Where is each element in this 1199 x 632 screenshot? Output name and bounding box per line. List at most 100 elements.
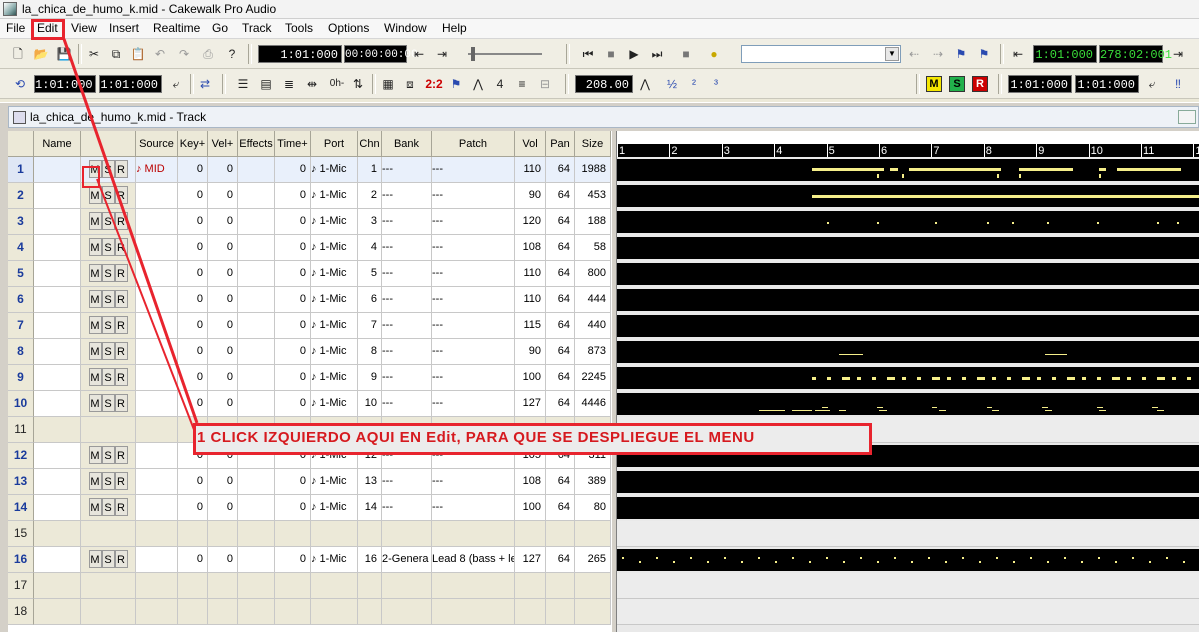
tempo-half-icon[interactable]: ½ [664, 76, 680, 92]
track-msr-buttons[interactable]: MSR [81, 469, 136, 495]
clip-lane[interactable] [617, 365, 1199, 391]
track-name-cell[interactable] [34, 443, 81, 469]
track-chn-cell[interactable]: 3 [358, 209, 382, 235]
header-time[interactable]: Time+ [275, 131, 311, 157]
loop-start-icon[interactable]: ⇤ [1010, 46, 1026, 62]
solo-button[interactable]: S [101, 238, 115, 256]
clip-lane[interactable] [617, 313, 1199, 339]
track-port-cell[interactable]: ♪ 1-Mic [311, 183, 358, 209]
track-key-cell[interactable]: 0 [178, 313, 208, 339]
paste-icon[interactable]: 📋 [130, 46, 146, 62]
track-chn-cell[interactable]: 10 [358, 391, 382, 417]
track-pan-cell[interactable]: 64 [546, 495, 575, 521]
solo-button[interactable]: S [101, 368, 115, 386]
track-msr-buttons[interactable]: MSR [81, 339, 136, 365]
track-size-cell[interactable]: 440 [575, 313, 611, 339]
track-bank-cell[interactable]: --- [382, 469, 432, 495]
record-arm-button[interactable]: R [114, 160, 128, 178]
track-effects-cell[interactable] [238, 495, 275, 521]
track-num-cell[interactable]: 5 [8, 261, 34, 287]
track-msr-buttons[interactable]: MSR [81, 235, 136, 261]
header-patch[interactable]: Patch [432, 131, 515, 157]
clip-lane[interactable] [617, 495, 1199, 521]
track-key-cell[interactable]: 0 [178, 365, 208, 391]
save-icon[interactable]: 💾 [56, 46, 72, 62]
track-patch-cell[interactable]: --- [432, 157, 515, 183]
empty-clip-lane[interactable] [617, 599, 1199, 625]
panic-icon[interactable]: ● [706, 46, 722, 62]
track-vol-cell[interactable]: 90 [515, 339, 546, 365]
track-num-cell[interactable]: 11 [8, 417, 34, 443]
track-vol-cell[interactable]: 100 [515, 365, 546, 391]
track-size-cell[interactable]: 58 [575, 235, 611, 261]
track-bank-cell[interactable]: --- [382, 365, 432, 391]
track-msr-buttons[interactable]: MSR [81, 313, 136, 339]
menu-insert[interactable]: Insert [109, 21, 139, 35]
track-vel-cell[interactable]: 0 [208, 469, 238, 495]
staff-view-icon[interactable]: ☰ [235, 76, 251, 92]
track-port-cell[interactable]: ♪ 1-Mic [311, 313, 358, 339]
track-source-cell[interactable] [136, 547, 178, 573]
track-msr-buttons[interactable]: MSR [81, 495, 136, 521]
track-name-cell[interactable] [34, 495, 81, 521]
record-arm-button[interactable]: R [114, 316, 128, 334]
track-vol-cell[interactable]: 108 [515, 235, 546, 261]
solo-button[interactable]: S [101, 264, 115, 282]
track-source-cell[interactable] [136, 365, 178, 391]
midi-clip[interactable] [617, 471, 1199, 493]
smpte-display[interactable]: 00:00:00:00 [344, 45, 418, 63]
track-patch-cell[interactable]: Lead 8 (bass + le [432, 547, 515, 573]
track-bank-cell[interactable]: 2-Genera [382, 547, 432, 573]
minimize-button[interactable] [1178, 110, 1196, 124]
track-bank-cell[interactable]: --- [382, 339, 432, 365]
midi-clip[interactable] [617, 211, 1199, 233]
track-size-cell[interactable]: 4446 [575, 391, 611, 417]
menu-realtime[interactable]: Realtime [153, 21, 200, 35]
clip-lane[interactable] [617, 287, 1199, 313]
menu-help[interactable]: Help [442, 21, 467, 35]
track-pan-cell[interactable]: 64 [546, 287, 575, 313]
ratio-label[interactable]: 2:2 [424, 76, 444, 92]
go-to-start-icon[interactable]: ⏮ [580, 46, 596, 62]
track-msr-buttons[interactable]: MSR [81, 209, 136, 235]
track-msr-buttons[interactable]: MSR [81, 365, 136, 391]
track-time-cell[interactable]: 0 [275, 183, 311, 209]
zero-label[interactable]: 0h- [327, 76, 347, 92]
track-key-cell[interactable]: 0 [178, 469, 208, 495]
track-vel-cell[interactable]: 0 [208, 365, 238, 391]
track-port-cell[interactable]: ♪ 1-Mic [311, 469, 358, 495]
time-ruler[interactable]: 1 2 3 4 5 6 7 8 9 10 11 1 [617, 131, 1199, 157]
track-effects-cell[interactable] [238, 235, 275, 261]
track-row[interactable]: 16 M S R 0 0 0 ♪ 1-Mic 16 2-Genera Lead 8 (bass + … [8, 547, 611, 573]
track-patch-cell[interactable]: --- [432, 183, 515, 209]
record-arm-button[interactable]: R [114, 290, 128, 308]
punch-set-icon[interactable]: ⤶ [1144, 76, 1160, 92]
header-size[interactable]: Size [575, 131, 611, 157]
go-to-end-icon[interactable]: ⏭ [649, 46, 665, 62]
track-effects-cell[interactable] [238, 469, 275, 495]
record-arm-button[interactable]: R [114, 498, 128, 516]
track-size-cell[interactable]: 453 [575, 183, 611, 209]
menu-file[interactable]: File [6, 21, 25, 35]
mute-button[interactable]: M [88, 498, 102, 516]
tempo-line-icon[interactable]: ⋀ [470, 76, 486, 92]
track-key-cell[interactable]: 0 [178, 547, 208, 573]
track-vel-cell[interactable]: 0 [208, 235, 238, 261]
mute-button[interactable]: M [88, 472, 102, 490]
track-port-cell[interactable]: ♪ 1-Mic [311, 235, 358, 261]
track-source-cell[interactable] [136, 443, 178, 469]
track-chn-cell[interactable]: 7 [358, 313, 382, 339]
track-time-cell[interactable]: 0 [275, 495, 311, 521]
track-pan-cell[interactable]: 64 [546, 339, 575, 365]
thru-time-display[interactable]: 1:01:000 [99, 75, 162, 93]
track-msr-buttons[interactable]: MSR [81, 287, 136, 313]
track-chn-cell[interactable]: 16 [358, 547, 382, 573]
solo-button[interactable]: S [101, 472, 115, 490]
track-num-cell[interactable]: 13 [8, 469, 34, 495]
track-vel-cell[interactable]: 0 [208, 183, 238, 209]
track-time-cell[interactable]: 0 [275, 287, 311, 313]
track-effects-cell[interactable] [238, 183, 275, 209]
midi-clip[interactable] [617, 393, 1199, 415]
track-time-cell[interactable]: 0 [275, 391, 311, 417]
track-num-cell[interactable]: 1 [8, 157, 34, 183]
